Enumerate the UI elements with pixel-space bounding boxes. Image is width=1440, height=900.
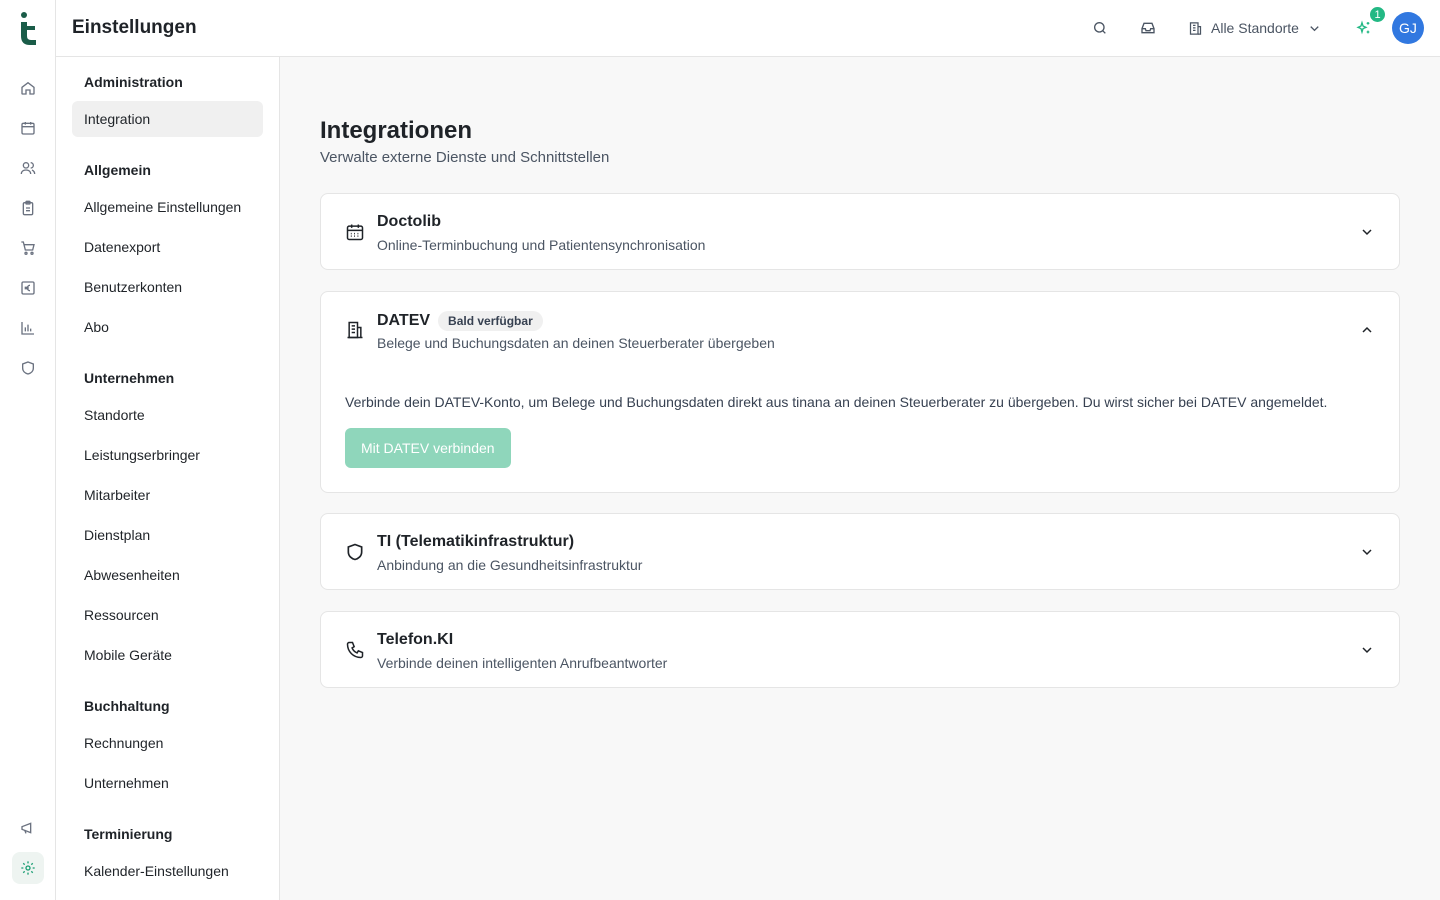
phone-icon: [345, 640, 365, 660]
search-icon[interactable]: [1088, 16, 1112, 40]
nav-item-general-settings[interactable]: Allgemeine Einstellungen: [72, 189, 263, 225]
card-title: Telefon.KI: [377, 631, 454, 648]
chevron-down-icon[interactable]: [1359, 224, 1375, 240]
nav-item-subscription[interactable]: Abo: [72, 309, 263, 345]
inbox-icon[interactable]: [1136, 16, 1160, 40]
chevron-down-icon[interactable]: [1359, 642, 1375, 658]
shield-icon: [345, 542, 365, 562]
clipboard-icon[interactable]: [12, 192, 44, 224]
nav-item-duty-roster[interactable]: Dienstplan: [72, 517, 263, 553]
nav-section-title: Buchhaltung: [84, 698, 170, 714]
card-description: Online-Terminbuchung und Patientensynchr…: [377, 237, 706, 253]
nav-section-title: Terminierung: [84, 826, 173, 842]
card-description: Belege und Buchungsdaten an deinen Steue…: [377, 335, 775, 351]
main-content: Integrationen Verwalte externe Dienste u…: [280, 57, 1440, 900]
calendar-icon: [345, 222, 365, 242]
card-description: Verbinde deinen intelligenten Anrufbeant…: [377, 655, 668, 671]
nav-section-title: Allgemein: [84, 162, 151, 178]
icon-rail: [0, 0, 56, 900]
cart-icon[interactable]: [12, 232, 44, 264]
top-bar: Einstellungen Alle Standorte 1 GJ: [56, 0, 1440, 57]
nav-item-locations[interactable]: Standorte: [72, 397, 263, 433]
nav-item-company[interactable]: Unternehmen: [72, 765, 263, 801]
card-title: DATEV Bald verfügbar: [377, 311, 543, 331]
integration-card-datev[interactable]: DATEV Bald verfügbar Belege und Buchungs…: [320, 291, 1400, 493]
nav-item-integration[interactable]: Integration: [72, 101, 263, 137]
nav-item-employees[interactable]: Mitarbeiter: [72, 477, 263, 513]
calendar-icon[interactable]: [12, 112, 44, 144]
card-description: Anbindung an die Gesundheitsinfrastruktu…: [377, 557, 643, 573]
notification-badge: 1: [1369, 6, 1386, 23]
shield-icon[interactable]: [12, 352, 44, 384]
nav-item-invoices[interactable]: Rechnungen: [72, 725, 263, 761]
coming-soon-badge: Bald verfügbar: [438, 311, 543, 331]
section-subtitle: Verwalte externe Dienste und Schnittstel…: [320, 149, 610, 166]
building-icon: [1188, 21, 1203, 36]
settings-nav: Administration Integration Allgemein All…: [56, 57, 280, 900]
chevron-up-icon[interactable]: [1359, 322, 1375, 338]
chevron-down-icon[interactable]: [1359, 544, 1375, 560]
euro-icon[interactable]: [12, 272, 44, 304]
page-title: Einstellungen: [72, 17, 197, 38]
chart-icon[interactable]: [12, 312, 44, 344]
integration-card-telefon-ki[interactable]: Telefon.KI Verbinde deinen intelligenten…: [320, 611, 1400, 688]
nav-item-data-export[interactable]: Datenexport: [72, 229, 263, 265]
avatar[interactable]: GJ: [1392, 12, 1424, 44]
datev-info-text: Verbinde dein DATEV-Konto, um Belege und…: [345, 394, 1328, 410]
nav-section-title: Administration: [84, 74, 183, 90]
chevron-down-icon: [1307, 21, 1322, 36]
app-logo[interactable]: [18, 10, 38, 46]
nav-item-calendar-settings[interactable]: Kalender-Einstellungen: [72, 853, 263, 889]
location-select[interactable]: Alle Standorte: [1188, 14, 1322, 42]
settings-icon[interactable]: [12, 852, 44, 884]
integration-card-doctolib[interactable]: Doctolib Online-Terminbuchung und Patien…: [320, 193, 1400, 270]
nav-item-mobile-devices[interactable]: Mobile Geräte: [72, 637, 263, 673]
card-title: TI (Telematikinfrastruktur): [377, 533, 575, 550]
nav-item-service-providers[interactable]: Leistungserbringer: [72, 437, 263, 473]
building-icon: [345, 320, 365, 340]
card-title: Doctolib: [377, 213, 441, 230]
nav-section-title: Unternehmen: [84, 370, 175, 386]
nav-item-absences[interactable]: Abwesenheiten: [72, 557, 263, 593]
location-label: Alle Standorte: [1211, 20, 1299, 36]
section-title: Integrationen: [320, 117, 473, 144]
nav-item-resources[interactable]: Ressourcen: [72, 597, 263, 633]
megaphone-icon[interactable]: [12, 812, 44, 844]
connect-datev-button[interactable]: Mit DATEV verbinden: [345, 428, 511, 468]
nav-item-user-accounts[interactable]: Benutzerkonten: [72, 269, 263, 305]
home-icon[interactable]: [12, 72, 44, 104]
users-icon[interactable]: [12, 152, 44, 184]
integration-card-ti[interactable]: TI (Telematikinfrastruktur) Anbindung an…: [320, 513, 1400, 590]
